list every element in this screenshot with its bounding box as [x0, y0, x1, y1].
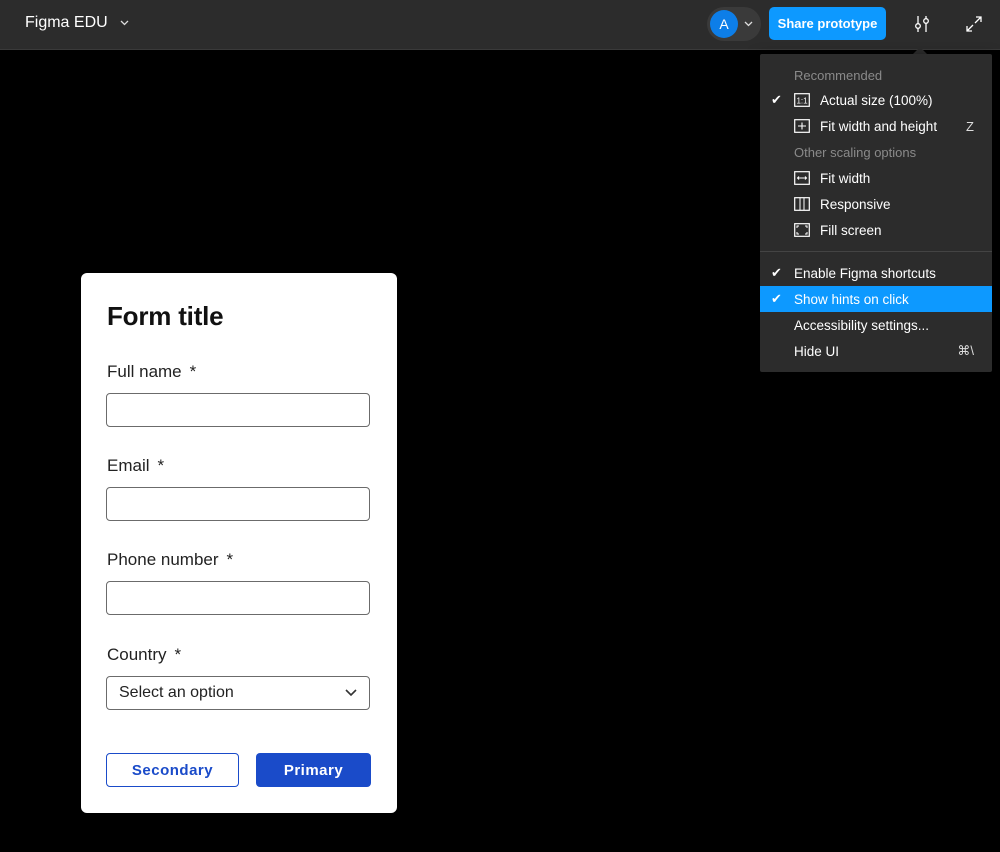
secondary-button[interactable]: Secondary — [106, 753, 239, 787]
menu-item-fit-width[interactable]: Fit width — [760, 165, 992, 191]
chevron-down-icon — [120, 18, 129, 29]
form-title: Form title — [107, 301, 224, 331]
required-mark: * — [189, 362, 197, 381]
menu-item-hide-ui[interactable]: Hide UI ⌘\ — [760, 338, 992, 364]
email-input[interactable] — [106, 487, 370, 521]
primary-button[interactable]: Primary — [256, 753, 371, 787]
menu-item-enable-shortcuts[interactable]: ✔ Enable Figma shortcuts — [760, 260, 992, 286]
menu-divider — [760, 251, 992, 252]
form-card: Form title Full name * Email * Phone numbe… — [81, 273, 397, 813]
country-select[interactable]: Select an option — [106, 676, 370, 710]
fit-width-height-icon — [794, 119, 810, 133]
email-label: Email * — [107, 456, 165, 475]
menu-item-actual-size[interactable]: ✔ 1:1 Actual size (100%) — [760, 87, 992, 113]
prototype-settings-menu: Recommended ✔ 1:1 Actual size (100%) Fit… — [760, 54, 992, 372]
menu-heading-recommended: Recommended — [794, 68, 883, 83]
svg-text:1:1: 1:1 — [796, 97, 808, 106]
menu-item-accessibility-settings[interactable]: Accessibility settings... — [760, 312, 992, 338]
country-label: Country * — [107, 645, 182, 664]
chevron-down-icon — [744, 19, 753, 29]
fullscreen-expand-icon[interactable] — [959, 10, 989, 38]
responsive-icon — [794, 197, 810, 211]
required-mark: * — [174, 645, 182, 664]
settings-sliders-icon[interactable] — [907, 10, 937, 38]
menu-item-responsive[interactable]: Responsive — [760, 191, 992, 217]
check-icon: ✔ — [771, 265, 782, 280]
required-mark: * — [157, 456, 165, 475]
shortcut-label: Z — [966, 118, 974, 134]
menu-caret — [913, 47, 927, 54]
select-value: Select an option — [119, 684, 234, 701]
phone-number-label: Phone number * — [107, 550, 234, 569]
full-name-input[interactable] — [106, 393, 370, 427]
shortcut-label: ⌘\ — [957, 343, 974, 358]
project-name: Figma EDU — [25, 14, 108, 31]
menu-item-show-hints[interactable]: ✔ Show hints on click — [760, 286, 992, 312]
menu-item-fit-width-height[interactable]: Fit width and height Z — [760, 113, 992, 139]
actual-size-icon: 1:1 — [794, 93, 810, 107]
fit-width-icon — [794, 171, 810, 185]
check-icon: ✔ — [771, 291, 782, 306]
required-mark: * — [226, 550, 234, 569]
chevron-down-icon — [345, 684, 357, 702]
menu-item-fill-screen[interactable]: Fill screen — [760, 217, 992, 243]
menu-heading-other-scaling: Other scaling options — [794, 145, 917, 160]
share-prototype-button[interactable]: Share prototype — [769, 7, 886, 40]
project-menu[interactable]: Figma EDU — [25, 14, 129, 32]
top-bar: Figma EDU A Share prototype — [0, 0, 1000, 50]
avatar: A — [710, 10, 738, 38]
phone-number-input[interactable] — [106, 581, 370, 615]
user-menu[interactable]: A — [707, 7, 761, 41]
full-name-label: Full name * — [107, 362, 197, 381]
check-icon: ✔ — [771, 92, 782, 107]
fill-screen-icon — [794, 223, 810, 237]
